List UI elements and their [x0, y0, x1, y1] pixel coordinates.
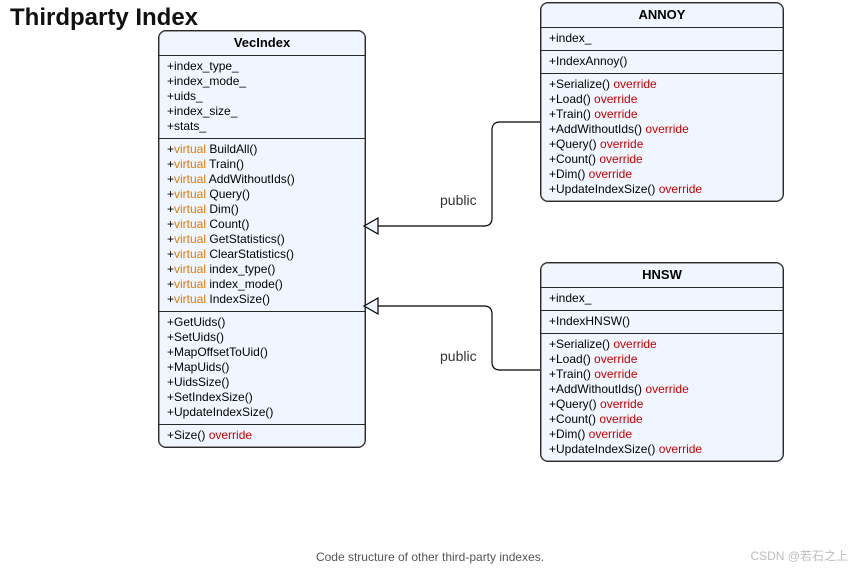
- class-annoy: ANNOY +index_ +IndexAnnoy() +Serialize()…: [540, 2, 784, 202]
- member: +stats_: [167, 119, 357, 134]
- member: +Dim() override: [549, 427, 775, 442]
- class-hnsw-fields: +index_: [541, 288, 783, 311]
- member: +Load() override: [549, 92, 775, 107]
- member: +IndexHNSW(): [549, 314, 775, 329]
- class-hnsw: HNSW +index_ +IndexHNSW() +Serialize() o…: [540, 262, 784, 462]
- member: +Size() override: [167, 428, 357, 443]
- member: +index_mode_: [167, 74, 357, 89]
- inheritance-arrow-hnsw: [364, 300, 540, 380]
- inheritance-arrow-annoy: [364, 120, 540, 240]
- member: +Train() override: [549, 107, 775, 122]
- member: +Query() override: [549, 397, 775, 412]
- member: +UpdateIndexSize(): [167, 405, 357, 420]
- member: +MapUids(): [167, 360, 357, 375]
- member: +virtual IndexSize(): [167, 292, 357, 307]
- member: +GetUids(): [167, 315, 357, 330]
- member: +virtual Dim(): [167, 202, 357, 217]
- class-hnsw-overrides: +Serialize() override+Load() override+Tr…: [541, 334, 783, 461]
- member: +virtual GetStatistics(): [167, 232, 357, 247]
- member: +AddWithoutIds() override: [549, 122, 775, 137]
- member: +virtual index_type(): [167, 262, 357, 277]
- member: +Train() override: [549, 367, 775, 382]
- figure-caption: Code structure of other third-party inde…: [0, 550, 860, 564]
- inheritance-label-annoy: public: [440, 192, 477, 208]
- member: +UpdateIndexSize() override: [549, 182, 775, 197]
- class-vecindex-title: VecIndex: [159, 31, 365, 56]
- class-annoy-title: ANNOY: [541, 3, 783, 28]
- class-hnsw-ctors: +IndexHNSW(): [541, 311, 783, 334]
- member: +uids_: [167, 89, 357, 104]
- member: +Load() override: [549, 352, 775, 367]
- member: +virtual BuildAll(): [167, 142, 357, 157]
- member: +virtual index_mode(): [167, 277, 357, 292]
- member: +virtual Train(): [167, 157, 357, 172]
- member: +SetUids(): [167, 330, 357, 345]
- page-title: Thirdparty Index: [10, 4, 198, 32]
- member: +virtual Query(): [167, 187, 357, 202]
- member: +index_: [549, 31, 775, 46]
- class-vecindex-trailer: +Size() override: [159, 425, 365, 447]
- member: +Dim() override: [549, 167, 775, 182]
- member: +MapOffsetToUid(): [167, 345, 357, 360]
- member: +Query() override: [549, 137, 775, 152]
- watermark: CSDN @若石之上: [750, 547, 848, 564]
- class-vecindex-virtuals: +virtual BuildAll()+virtual Train()+virt…: [159, 139, 365, 312]
- member: +index_: [549, 291, 775, 306]
- class-vecindex-methods: +GetUids()+SetUids()+MapOffsetToUid()+Ma…: [159, 312, 365, 425]
- inheritance-label-hnsw: public: [440, 348, 477, 364]
- member: +virtual Count(): [167, 217, 357, 232]
- member: +Count() override: [549, 412, 775, 427]
- class-vecindex: VecIndex +index_type_+index_mode_+uids_+…: [158, 30, 366, 448]
- class-hnsw-title: HNSW: [541, 263, 783, 288]
- class-annoy-fields: +index_: [541, 28, 783, 51]
- member: +AddWithoutIds() override: [549, 382, 775, 397]
- member: +SetIndexSize(): [167, 390, 357, 405]
- member: +UidsSize(): [167, 375, 357, 390]
- member: +index_size_: [167, 104, 357, 119]
- class-annoy-overrides: +Serialize() override+Load() override+Tr…: [541, 74, 783, 201]
- member: +IndexAnnoy(): [549, 54, 775, 69]
- member: +virtual ClearStatistics(): [167, 247, 357, 262]
- class-vecindex-fields: +index_type_+index_mode_+uids_+index_siz…: [159, 56, 365, 139]
- member: +index_type_: [167, 59, 357, 74]
- member: +virtual AddWithoutIds(): [167, 172, 357, 187]
- member: +Count() override: [549, 152, 775, 167]
- member: +UpdateIndexSize() override: [549, 442, 775, 457]
- class-annoy-ctors: +IndexAnnoy(): [541, 51, 783, 74]
- member: +Serialize() override: [549, 77, 775, 92]
- member: +Serialize() override: [549, 337, 775, 352]
